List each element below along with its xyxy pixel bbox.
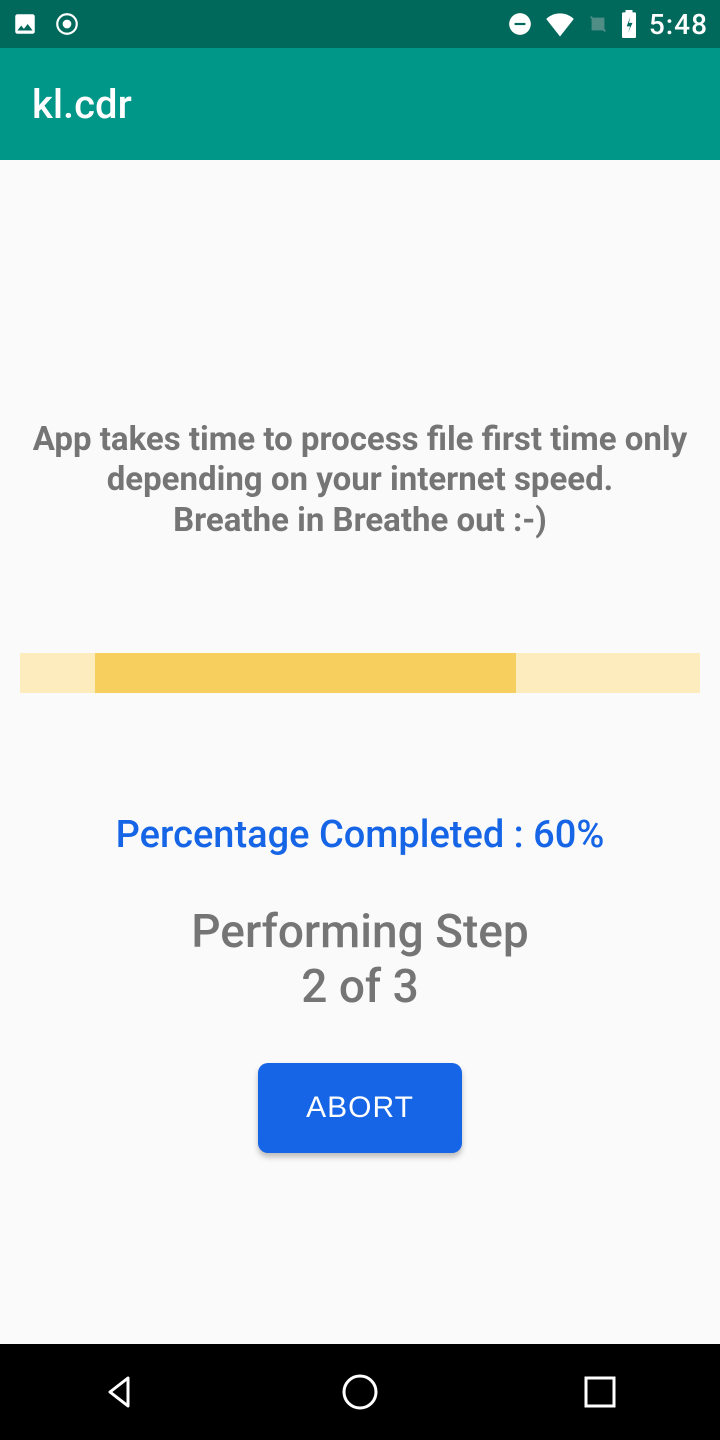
do-not-disturb-icon [507, 11, 533, 37]
image-icon [12, 11, 38, 37]
abort-button[interactable]: ABORT [258, 1063, 462, 1153]
app-bar: kl.cdr [0, 48, 720, 160]
battery-charging-icon [621, 10, 637, 38]
no-sim-icon [587, 11, 609, 37]
app-title: kl.cdr [32, 81, 132, 128]
status-bar: 5:48 [0, 0, 720, 48]
nav-home-button[interactable] [338, 1370, 382, 1414]
status-clock: 5:48 [649, 8, 708, 41]
nav-bar [0, 1344, 720, 1440]
nav-back-button[interactable] [98, 1370, 142, 1414]
progress-bar [20, 653, 700, 693]
status-left-icons [12, 11, 80, 37]
wifi-icon [545, 11, 575, 37]
nav-recent-button[interactable] [578, 1370, 622, 1414]
circle-dot-icon [54, 11, 80, 37]
performing-step-label: Performing Step 2 of 3 [191, 905, 529, 1015]
info-message: App takes time to process file first tim… [33, 420, 687, 541]
progress-bar-fill [95, 653, 517, 693]
percentage-completed-label: Percentage Completed : 60% [116, 813, 605, 857]
main-content: App takes time to process file first tim… [0, 160, 720, 1344]
status-right-icons: 5:48 [507, 8, 708, 41]
